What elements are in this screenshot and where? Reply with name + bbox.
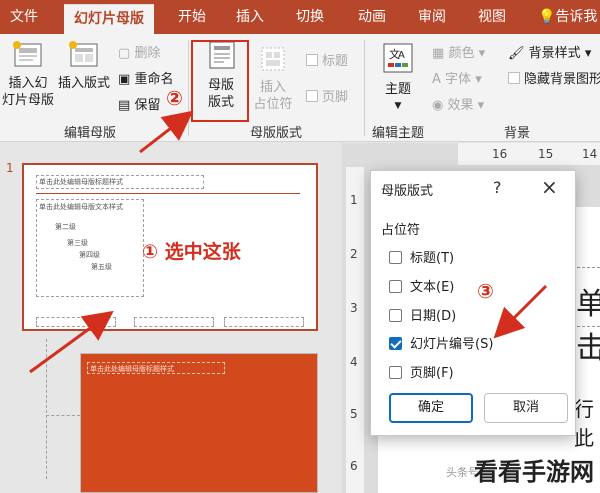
arrow-to-master-layout: [139, 110, 194, 154]
arrow-to-slide-number-option: [493, 284, 548, 339]
annotation-arrows: [29, 110, 548, 374]
watermark: 看看手游网: [474, 458, 594, 486]
arrow-to-thumbnail: [29, 310, 114, 374]
